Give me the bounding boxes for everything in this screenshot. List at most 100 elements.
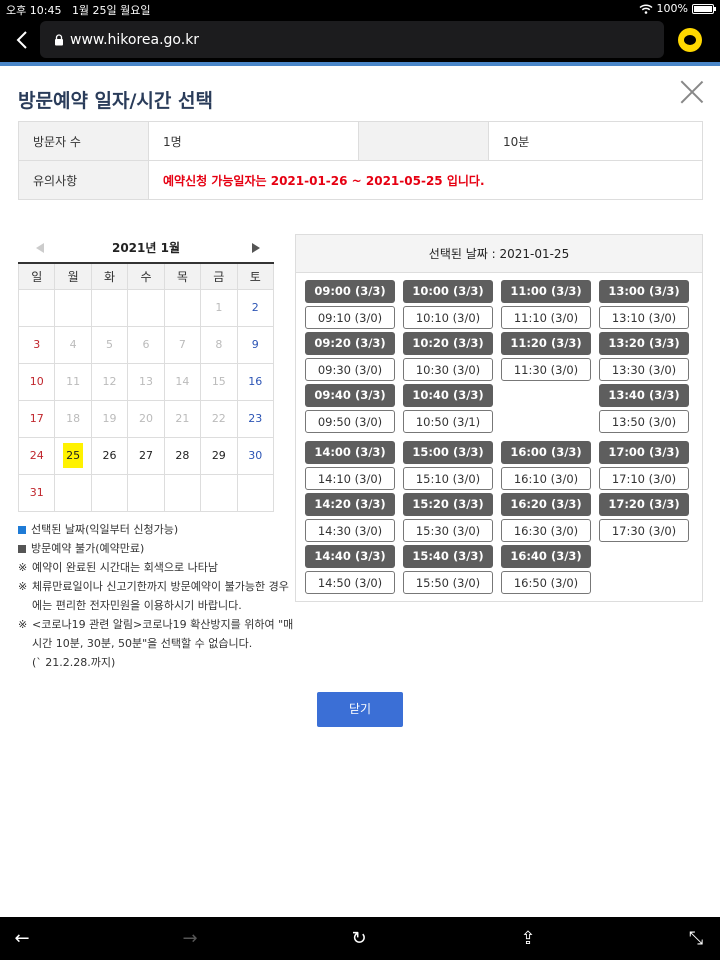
time-slot-open[interactable]: 14:50 (3/0) [305,571,395,594]
notice-value: 예약신청 가능일자는 2021-01-26 ~ 2021-05-25 입니다. [148,160,703,200]
duration-label [358,121,489,161]
selected-day-highlight: 25 [63,443,84,468]
calendar-day: 11 [54,362,92,401]
calendar-week-row: 10 11 12 13 14 15 16 [17,362,275,401]
time-slot-open[interactable]: 15:50 (3/0) [403,571,493,594]
calendar-empty-cell [200,473,238,512]
legend-note: ※ 체류만료일이나 신고기한까지 방문예약이 불가능한 경우에는 편리한 전자민… [18,577,294,615]
calendar-grid: 일 월 화 수 목 금 토 1 2 3 4 5 6 7 8 9 10 11 12 13 14 15 16 17 1… [17,262,275,512]
legend: 선택된 날짜(익일부터 신청가능) 방문예약 불가(예약만료) ※ 예약이 완료… [18,520,294,672]
calendar-day: 5 [90,325,129,364]
time-slot-full: 10:00 (3/3) [403,280,493,303]
visitors-label: 방문자 수 [18,121,149,161]
lock-icon [55,33,63,45]
calendar-day: 13 [127,362,165,401]
visit-info-table: 방문자 수 1명 10분 유의사항 예약신청 가능일자는 2021-01-26 … [18,121,703,200]
time-slot-open[interactable]: 09:10 (3/0) [305,306,395,329]
calendar-day: 25 [54,436,92,475]
time-slot-open[interactable]: 11:10 (3/0) [501,306,591,329]
share-icon[interactable]: ⇪ [516,927,540,951]
time-slot-full: 17:20 (3/3) [599,493,689,516]
time-slot-open[interactable]: 14:30 (3/0) [305,519,395,542]
browser-back-button[interactable] [10,26,34,54]
time-slot-open[interactable]: 16:10 (3/0) [501,467,591,490]
time-slot-open[interactable]: 17:10 (3/0) [599,467,689,490]
calendar-day: 9 [236,325,275,364]
time-slot-full: 13:40 (3/3) [599,384,689,407]
blue-square-icon [18,526,26,534]
time-slot-open[interactable]: 10:50 (3/1) [403,410,493,433]
time-slot-full: 10:40 (3/3) [403,384,493,407]
reload-icon[interactable]: ↻ [347,927,371,951]
time-slot-full: 16:20 (3/3) [501,493,591,516]
calendar-day: 12 [90,362,129,401]
calendar-day: 21 [163,399,202,438]
time-slot-open[interactable]: 17:30 (3/0) [599,519,689,542]
calendar-empty-cell [163,288,202,327]
legend-note: ※ <코로나19 관련 알림>코로나19 확산방지를 위하여 "매시간 10분,… [18,615,294,672]
reference-mark: ※ [18,561,28,574]
time-slot-open[interactable]: 09:30 (3/0) [305,358,395,381]
reservation-dialog: 방문예약 일자/시간 선택 방문자 수 1명 10분 유의사항 예약신청 가능일… [0,66,720,917]
time-slot-open[interactable]: 11:30 (3/0) [501,358,591,381]
calendar-day[interactable]: 30 [236,436,275,475]
calendar-day[interactable]: 28 [163,436,202,475]
calendar-week-row: 24 25 26 27 28 29 30 [17,436,275,475]
weekday: 토 [236,262,275,290]
time-slot-open[interactable]: 13:30 (3/0) [599,358,689,381]
calendar-day[interactable]: 27 [127,436,165,475]
calendar-day: 22 [200,399,238,438]
time-slot-full: 14:20 (3/3) [305,493,395,516]
kakao-talk-icon[interactable] [678,28,702,52]
time-slot-open[interactable]: 15:30 (3/0) [403,519,493,542]
legend-note-text: 예약이 완료된 시간대는 회색으로 나타남 [32,561,219,574]
duration-value: 10분 [488,121,703,161]
time-slot-open[interactable]: 14:10 (3/0) [305,467,395,490]
weekday: 수 [127,262,165,290]
back-arrow-icon[interactable]: ← [10,927,34,951]
close-button[interactable]: 닫기 [317,692,403,727]
time-slot-panel: 선택된 날짜 : 2021-01-25 09:00 (3/3) 10:00 (3/… [295,234,703,602]
battery-icon [692,3,716,14]
prev-month-icon[interactable] [36,243,44,253]
covid-note-date: (` 21.2.28.까지) [32,656,116,669]
next-month-icon[interactable] [252,243,260,253]
time-slot-full: 14:40 (3/3) [305,545,395,568]
time-slot-full: 13:00 (3/3) [599,280,689,303]
time-slot-open[interactable]: 10:10 (3/0) [403,306,493,329]
calendar-week-row: 12 [17,288,275,327]
calendar-day: 10 [17,362,56,401]
calendar-day: 2 [236,288,275,327]
calendar-day: 18 [54,399,92,438]
collapse-icon[interactable]: ⤡ [684,927,708,951]
legend-unavailable-text: 방문예약 불가(예약만료) [31,542,145,555]
calendar-day[interactable]: 29 [200,436,238,475]
calendar-header: 2021년 1월 [18,236,274,260]
time-slot-open[interactable]: 13:50 (3/0) [599,410,689,433]
close-icon[interactable] [680,80,704,104]
wifi-icon [639,3,653,14]
calendar-week-row: 31 [17,473,275,512]
time-slot-open[interactable]: 13:10 (3/0) [599,306,689,329]
time-slot-open[interactable]: 10:30 (3/0) [403,358,493,381]
calendar-empty-cell [17,288,56,327]
calendar-empty-cell [54,288,92,327]
time-slot-open[interactable]: 16:50 (3/0) [501,571,591,594]
time-slot-open[interactable]: 09:50 (3/0) [305,410,395,433]
calendar-day: 19 [90,399,129,438]
time-slot-full: 16:40 (3/3) [501,545,591,568]
weekday: 목 [163,262,202,290]
time-slot-full: 09:20 (3/3) [305,332,395,355]
url-field[interactable]: www.hikorea.go.kr [40,21,664,58]
legend-note-text: 체류만료일이나 신고기한까지 방문예약이 불가능한 경우에는 편리한 전자민원을… [32,580,289,612]
browser-toolbar: www.hikorea.go.kr [0,18,720,62]
calendar-day[interactable]: 31 [17,473,56,512]
time-slot-open[interactable]: 16:30 (3/0) [501,519,591,542]
calendar-day[interactable]: 26 [90,436,129,475]
forward-arrow-icon[interactable]: → [178,927,202,951]
time-slot-open[interactable]: 15:10 (3/0) [403,467,493,490]
calendar-day: 14 [163,362,202,401]
calendar-empty-cell [90,288,129,327]
reference-mark: ※ [18,618,28,631]
visitors-value: 1명 [148,121,359,161]
